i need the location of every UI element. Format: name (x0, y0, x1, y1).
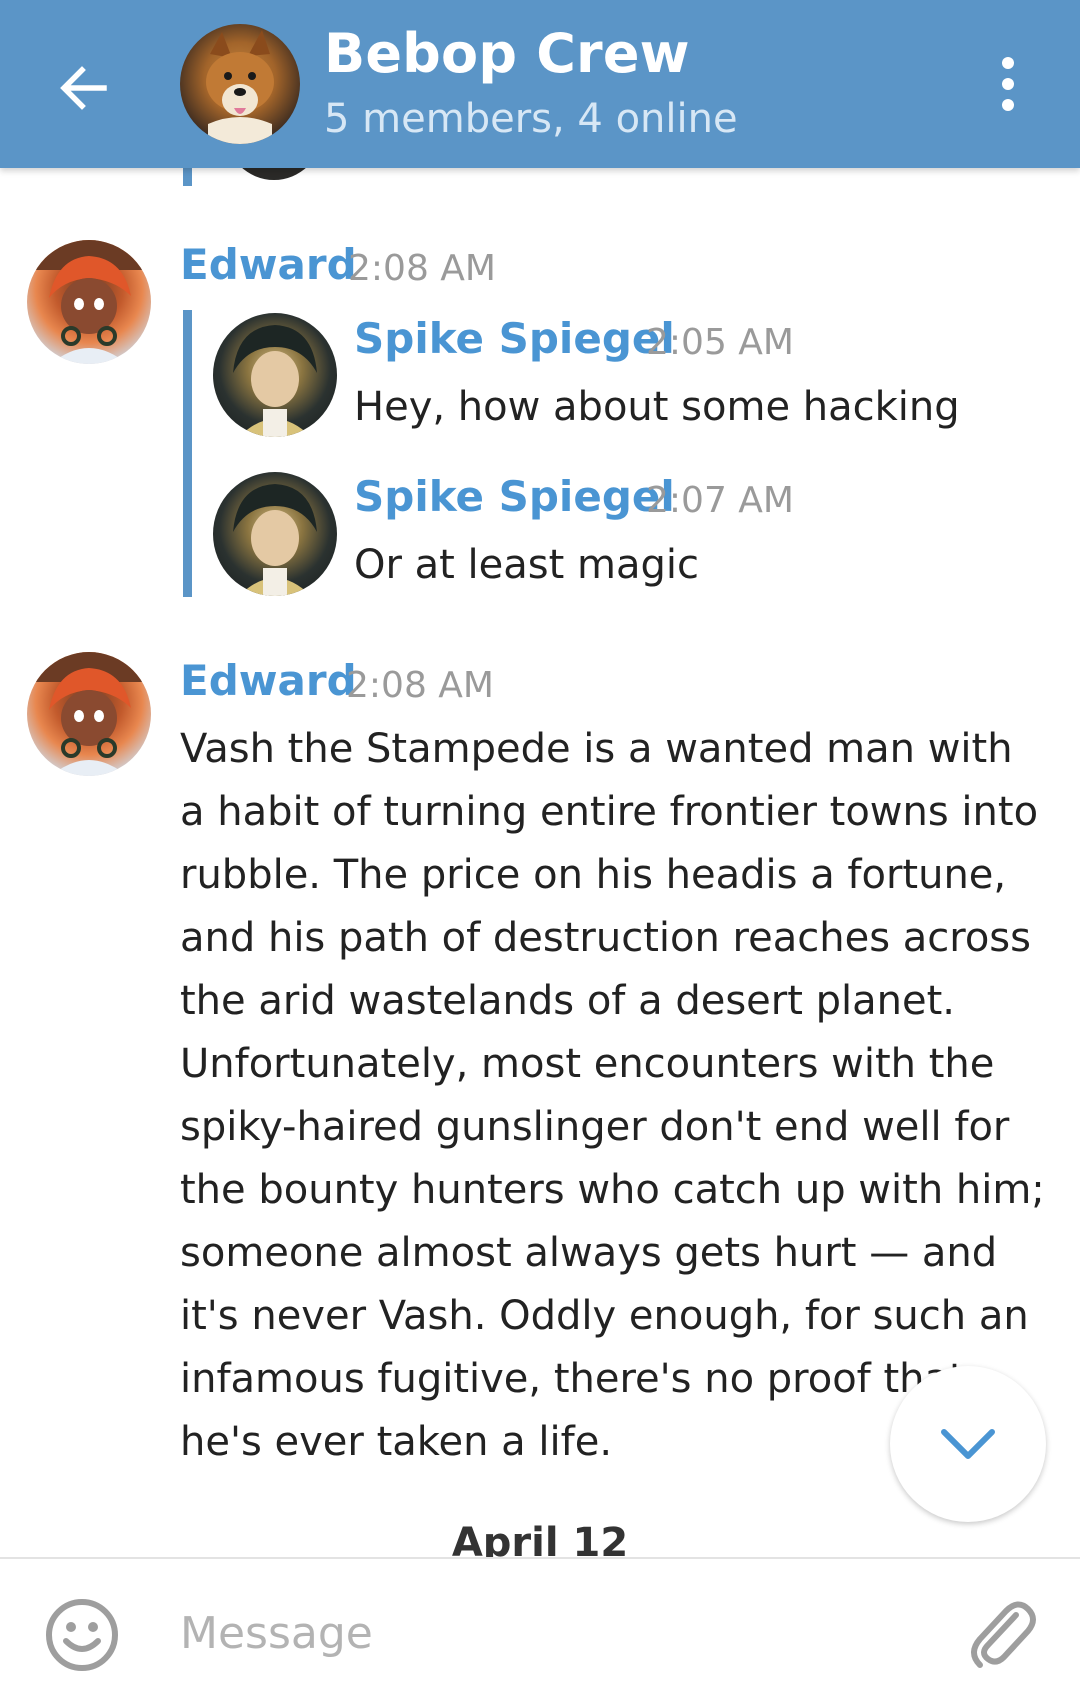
chevron-down-icon (941, 1429, 995, 1459)
message-line: a habit of turning entire frontier towns… (180, 789, 1039, 835)
chat-title[interactable]: Bebop Crew (324, 22, 690, 85)
message-line: rubble. The price on his headis a fortun… (180, 852, 1007, 898)
forward-bar (183, 310, 192, 597)
emoji-button[interactable] (44, 1597, 120, 1673)
avatar-edward[interactable] (27, 240, 151, 364)
message-line: it's never Vash. Oddly enough, for such … (180, 1293, 1029, 1339)
message-line: and his path of destruction reaches acro… (180, 915, 1031, 961)
forwarded-sender[interactable]: Spike Spiegel (354, 472, 675, 521)
edward-avatar-art (27, 652, 151, 776)
arrow-left-icon (60, 66, 107, 110)
attach-button[interactable] (960, 1593, 1040, 1673)
message-line: someone almost always gets hurt — and (180, 1230, 998, 1276)
forwarded-text: Or at least magic (354, 542, 699, 588)
message-sender[interactable]: Edward (180, 240, 357, 289)
more-vertical-icon (1002, 57, 1014, 69)
back-button[interactable] (44, 48, 124, 128)
message-line: Vash the Stampede is a wanted man with (180, 726, 1013, 772)
paperclip-icon (971, 1601, 1036, 1668)
chat-screen: Bebop Crew 5 members, 4 online Edward 2:… (0, 0, 1080, 1702)
message-time: 2:08 AM (346, 665, 494, 706)
group-avatar[interactable] (180, 24, 300, 144)
chat-subtitle: 5 members, 4 online (324, 96, 738, 142)
edward-avatar-art (27, 240, 151, 364)
message-sender[interactable]: Edward (180, 656, 357, 705)
smiley-icon (46, 1599, 118, 1671)
menu-dot (1002, 78, 1014, 90)
forwarded-time: 2:07 AM (646, 480, 794, 521)
menu-dot (1002, 99, 1014, 111)
spike-avatar-art (233, 325, 317, 437)
message-line: the bounty hunters who catch up with him… (180, 1167, 1045, 1213)
forwarded-time: 2:05 AM (646, 322, 794, 363)
message-composer (0, 1557, 1080, 1702)
spike-avatar-art (233, 484, 317, 596)
message-text: Vash the Stampede is a wanted man with a… (180, 718, 1060, 1474)
chat-header: Bebop Crew 5 members, 4 online (0, 0, 1080, 168)
avatar-spike[interactable] (213, 472, 337, 596)
message-line: spiky-haired gunslinger don't end well f… (180, 1104, 1010, 1150)
forwarded-text: Hey, how about some hacking (354, 384, 960, 430)
message-line: Unfortunately, most encounters with the (180, 1041, 995, 1087)
message-input[interactable] (180, 1593, 940, 1673)
message-line: the arid wastelands of a desert planet. (180, 978, 955, 1024)
scroll-down-button[interactable] (890, 1366, 1046, 1522)
dog-avatar-art (206, 30, 274, 144)
more-options-button[interactable] (980, 52, 1036, 116)
forwarded-sender[interactable]: Spike Spiegel (354, 314, 675, 363)
avatar-spike[interactable] (213, 313, 337, 437)
message-time: 2:08 AM (348, 248, 496, 289)
avatar-edward[interactable] (27, 652, 151, 776)
